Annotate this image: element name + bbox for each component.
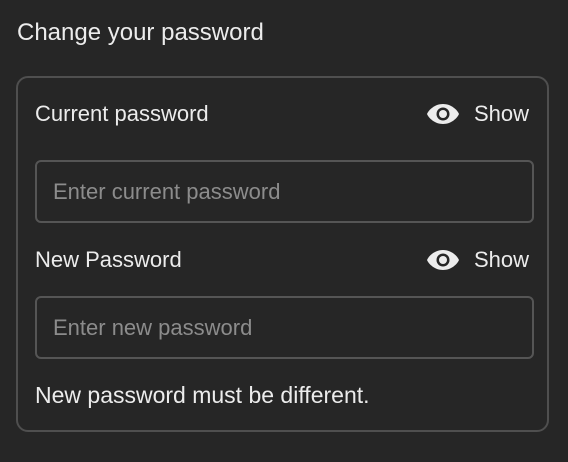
- page-title: Change your password: [17, 19, 264, 46]
- eye-icon: [426, 103, 460, 125]
- show-label: Show: [473, 101, 529, 126]
- current-password-input[interactable]: [35, 160, 534, 223]
- new-password-label: New Password: [35, 247, 182, 272]
- new-password-input[interactable]: [35, 296, 534, 359]
- current-password-label: Current password: [35, 101, 209, 126]
- current-password-show-toggle[interactable]: Show: [426, 100, 529, 128]
- password-form-card: Current password Show New Password Show …: [16, 76, 549, 432]
- new-password-show-toggle[interactable]: Show: [426, 246, 529, 274]
- password-helper-text: New password must be different.: [35, 382, 370, 408]
- eye-icon: [426, 249, 460, 271]
- show-label: Show: [473, 247, 529, 272]
